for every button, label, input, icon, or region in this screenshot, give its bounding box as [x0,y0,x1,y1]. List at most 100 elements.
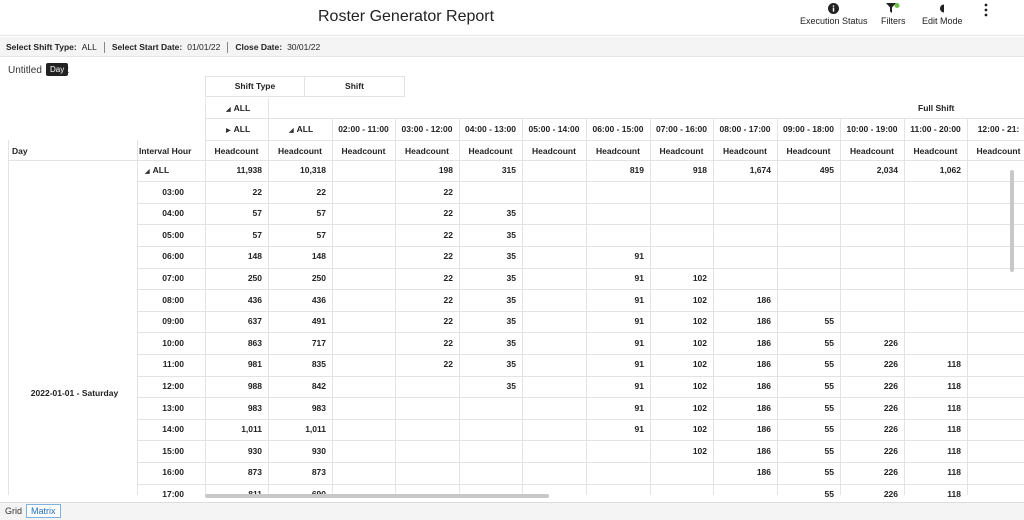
headcount-value-cell: 35 [506,229,516,240]
interval-hour-cell[interactable]: 03:00 [139,182,205,203]
headcount-value-cell: 102 [692,359,707,370]
headcount-value-cell: 863 [247,337,262,348]
headcount-value-cell: 102 [692,337,707,348]
collapse-triangle-icon: ◢ [289,128,294,134]
interval-hour-cell[interactable]: 10:00 [139,333,205,354]
interval-hour-cell[interactable]: 07:00 [139,268,205,289]
headcount-value-cell: 148 [247,251,262,262]
row-header-day[interactable]: Day [12,141,112,162]
col-group-all[interactable]: ◢ ALL [226,98,268,119]
headcount-value-cell: 102 [692,294,707,305]
headcount-value-cell [967,225,1024,246]
headcount-value-cell [967,376,1024,397]
headcount-header: Headcount [786,146,831,156]
headcount-value-cell: 118 [947,359,961,370]
interval-hour-cell[interactable]: 06:00 [139,246,205,267]
headcount-value-cell: 118 [947,402,961,413]
interval-hour-cell[interactable]: ◢ ALL [139,160,205,181]
headcount-value-cell [332,268,395,289]
column-field-shift[interactable]: Shift [305,76,405,97]
headcount-value-cell: 2,034 [876,165,898,175]
shift-column-header[interactable]: 02:00 - 11:00 [332,119,395,140]
headcount-value-cell: 35 [506,251,516,262]
shift-column-header[interactable]: 09:00 - 18:00 [777,119,840,140]
header-divider [205,140,1024,141]
headcount-value-cell: 988 [247,381,262,391]
headcount-value-cell [395,462,459,483]
shift-column-header[interactable]: 07:00 - 16:00 [650,119,713,140]
headcount-value-cell [522,354,586,375]
headcount-value-cell: 55 [824,467,834,478]
headcount-value-cell [332,160,395,181]
collapse-triangle-icon: ◢ [226,107,231,113]
interval-hour-cell[interactable]: 08:00 [139,290,205,311]
row-header-interval-hour[interactable]: Interval Hour [139,141,205,162]
interval-hour-cell[interactable]: 04:00 [139,203,205,224]
shift-column-header[interactable]: 11:00 - 20:00 [904,119,967,140]
shift-column-header[interactable]: 08:00 - 17:00 [713,119,777,140]
headcount-value-cell: 1,062 [939,165,961,175]
headcount-value-cell: 1,011 [305,424,326,435]
headcount-value-cell [777,225,840,246]
interval-hour-cell[interactable]: 05:00 [139,225,205,246]
headcount-value-cell: 35 [506,359,516,370]
headcount-value-cell: 930 [247,445,262,456]
headcount-value-cell [522,268,586,289]
headcount-value-cell: 91 [634,424,644,435]
tab-grid[interactable]: Grid [2,506,25,516]
headcount-value-cell: 186 [756,424,771,435]
column-divider [840,118,841,495]
column-divider [268,98,269,495]
headcount-value-cell: 55 [824,359,834,370]
headcount-value-cell: 91 [634,337,644,348]
headcount-value-cell [713,182,777,203]
shift-column-header[interactable]: 10:00 - 19:00 [840,119,904,140]
headcount-value-cell [522,203,586,224]
headcount-header: Headcount [976,146,1021,156]
vertical-scrollbar[interactable] [1010,170,1014,272]
horizontal-scrollbar[interactable] [205,494,549,498]
interval-hour-cell[interactable]: 12:00 [139,376,205,397]
headcount-value-cell [522,376,586,397]
interval-hour-cell[interactable]: 13:00 [139,398,205,419]
shift-column-header[interactable]: 04:00 - 13:00 [459,119,522,140]
column-divider [522,118,523,495]
headcount-header: Headcount [532,146,576,156]
interval-hour-cell[interactable]: 15:00 [139,441,205,462]
headcount-value-cell: 102 [692,381,707,391]
tab-matrix[interactable]: Matrix [26,504,61,518]
headcount-value-cell: 102 [692,445,707,456]
headcount-value-cell: 186 [756,294,771,305]
interval-hour-cell[interactable]: 16:00 [139,462,205,483]
headcount-value-cell: 873 [247,467,262,478]
headcount-value-cell [522,333,586,354]
shift-column-header[interactable]: 12:00 - 21: [967,119,1024,140]
interval-hour-cell[interactable]: 11:00 [139,354,205,375]
headcount-value-cell: 148 [311,251,326,262]
headcount-value-cell: 22 [443,208,453,219]
col-subgroup-all-expand[interactable]: ▶ ALL [226,119,268,140]
headcount-value-cell [522,182,586,203]
column-field-shift-type[interactable]: Shift Type [205,76,305,97]
headcount-value-cell [332,182,395,203]
headcount-value-cell: 186 [756,467,771,478]
shift-column-header[interactable]: 06:00 - 15:00 [586,119,650,140]
headcount-value-cell: 22 [443,273,453,283]
headcount-header: Headcount [913,146,958,156]
headcount-value-cell: 55 [824,337,834,348]
headcount-value-cell: 315 [501,165,516,175]
shift-column-header[interactable]: 05:00 - 14:00 [522,119,586,140]
headcount-value-cell: 91 [634,359,644,370]
headcount-value-cell: 186 [756,337,771,348]
interval-hour-cell[interactable]: 09:00 [139,311,205,332]
headcount-header: Headcount [405,146,449,156]
header-divider [8,160,1024,161]
shift-column-header[interactable]: 03:00 - 12:00 [395,119,459,140]
col-subgroup-all[interactable]: ◢ ALL [289,119,331,140]
headcount-value-cell [777,182,840,203]
headcount-value-cell [904,203,967,224]
headcount-value-cell: 118 [947,467,961,478]
headcount-value-cell [840,225,904,246]
headcount-value-cell: 22 [316,186,326,197]
interval-hour-cell[interactable]: 14:00 [139,419,205,440]
